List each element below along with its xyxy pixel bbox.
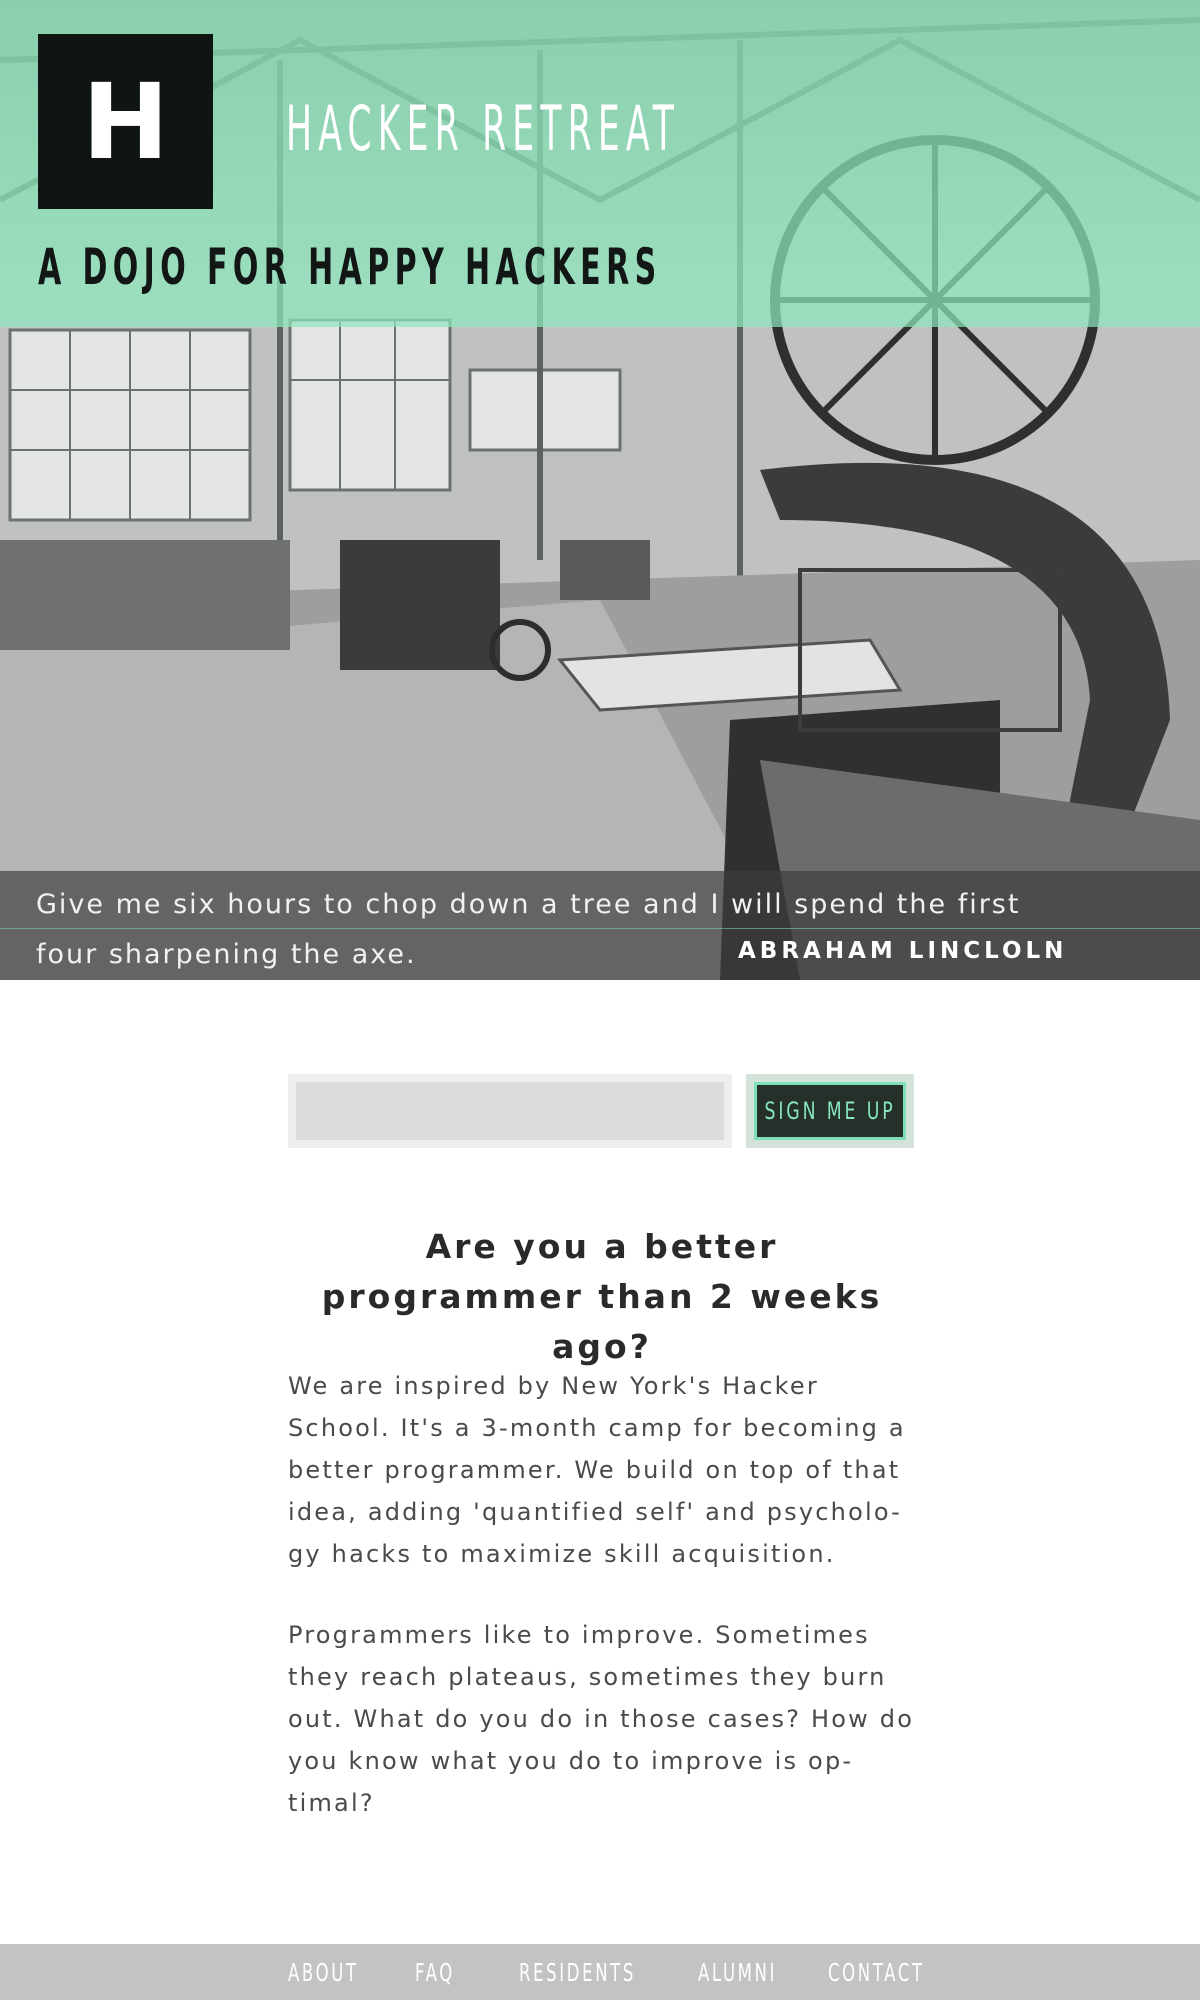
quote-author: ABRAHAM LINCLOLN [738,938,1068,964]
logo-letter: H [81,60,170,183]
quote-text: Give me six hours to chop down a tree an… [36,889,1021,970]
site-title: HACKER RETREAT [286,92,681,165]
sign-up-button-face: SIGN ME UP [754,1082,906,1140]
nav-contact[interactable]: CONTACT [828,1958,925,1987]
sign-up-button[interactable]: SIGN ME UP [746,1074,914,1148]
nav-alumni[interactable]: ALUMNI [698,1958,777,1987]
section-headline: Are you a better programmer than 2 weeks… [321,1227,883,1366]
tagline: A DOJO FOR HAPPY HACKERS [38,238,662,296]
sign-up-button-label: SIGN ME UP [764,1097,896,1125]
nav-about[interactable]: ABOUT [288,1958,359,1987]
nav-residents[interactable]: RESIDENTS [519,1958,636,1987]
footer-nav: ABOUT FAQ RESIDENTS ALUMNI CONTACT [0,1944,1200,2000]
email-input[interactable] [296,1082,724,1140]
nav-faq[interactable]: FAQ [415,1958,455,1987]
email-field-wrapper [288,1074,732,1148]
logo[interactable]: H [38,34,213,209]
problem-paragraph: Programmers like to improve. Sometimes t… [288,1621,915,1817]
hero-banner: H HACKER RETREAT A DOJO FOR HAPPY HACKER… [0,0,1200,980]
intro-paragraph: We are inspired by New York's Hacker Sch… [288,1372,906,1568]
